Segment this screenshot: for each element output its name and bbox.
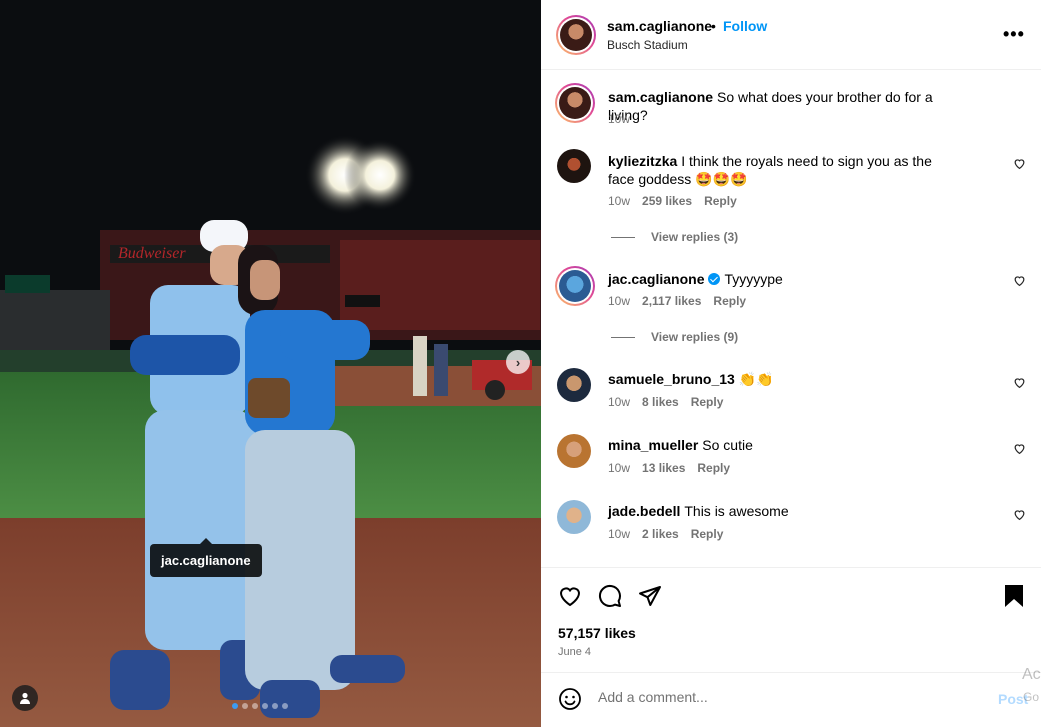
like-comment-icon[interactable]	[1013, 508, 1026, 521]
verified-badge-icon	[708, 273, 721, 285]
comment-likes[interactable]: 2 likes	[642, 527, 679, 541]
likes-count[interactable]: 57,157 likes	[558, 625, 636, 641]
author-avatar[interactable]	[556, 15, 596, 55]
comments-list[interactable]: sam.caglianone So what does your brother …	[541, 71, 1041, 567]
emoji-icon[interactable]	[558, 687, 582, 711]
share-send-icon[interactable]	[638, 584, 662, 608]
comment-time: 10w	[608, 395, 631, 409]
activation-watermark: Ac	[1022, 666, 1041, 683]
user-icon	[20, 692, 30, 704]
comment-username[interactable]: jade.bedell	[608, 503, 680, 519]
svg-text:Budweiser: Budweiser	[118, 245, 186, 262]
add-comment-bar: Post	[541, 672, 1041, 727]
tagged-users-button[interactable]	[12, 685, 38, 711]
comment-time: 10w	[608, 294, 631, 308]
like-heart-icon[interactable]	[558, 584, 582, 608]
comment-username[interactable]: samuele_bruno_13	[608, 371, 735, 387]
view-replies-button[interactable]: View replies (3)	[611, 230, 738, 244]
carousel-indicator	[232, 703, 288, 709]
post-media[interactable]: Budweiser jac.caglianone ›	[0, 0, 541, 727]
carousel-dot	[242, 703, 248, 709]
comment-likes[interactable]: 259 likes	[642, 194, 692, 208]
follow-button[interactable]: Follow	[723, 18, 767, 34]
commenter-avatar[interactable]	[557, 149, 591, 183]
post-header: sam.caglianone • Follow Busch Stadium ••…	[541, 0, 1041, 70]
comment-text: 👏👏	[738, 371, 774, 387]
comment-likes[interactable]: 2,117 likes	[642, 294, 701, 308]
carousel-dot	[272, 703, 278, 709]
post-details-panel: sam.caglianone • Follow Busch Stadium ••…	[541, 0, 1041, 727]
view-replies-button[interactable]: View replies (9)	[611, 330, 738, 344]
comment-time: 10w	[608, 527, 631, 541]
user-tag-tooltip[interactable]: jac.caglianone	[150, 538, 262, 577]
like-comment-icon[interactable]	[1013, 376, 1026, 389]
comment-text: This is awesome	[684, 503, 789, 519]
like-comment-icon[interactable]	[1013, 274, 1026, 287]
post-photo: Budweiser	[0, 0, 541, 727]
comment-username[interactable]: kyliezitzka	[608, 153, 677, 169]
more-options-icon[interactable]: •••	[1003, 24, 1025, 45]
commenter-avatar[interactable]	[557, 434, 591, 468]
location-link[interactable]: Busch Stadium	[607, 38, 688, 52]
comment-username[interactable]: jac.caglianone	[608, 271, 704, 287]
reply-button[interactable]: Reply	[691, 395, 724, 409]
caption-avatar[interactable]	[555, 83, 595, 123]
comment-time: 10w	[608, 461, 631, 475]
carousel-dot	[262, 703, 268, 709]
carousel-dot	[232, 703, 238, 709]
reply-button[interactable]: Reply	[713, 294, 746, 308]
caption-time: 10w	[608, 112, 631, 126]
bookmark-saved-icon[interactable]	[1003, 584, 1025, 608]
separator-dot: •	[711, 18, 716, 34]
reply-button[interactable]: Reply	[704, 194, 737, 208]
chevron-right-icon: ›	[515, 354, 521, 370]
like-comment-icon[interactable]	[1013, 442, 1026, 455]
comment-text: Tyyyyype	[724, 271, 783, 287]
commenter-avatar[interactable]	[557, 500, 591, 534]
carousel-next-button[interactable]: ›	[506, 350, 530, 374]
comment-time: 10w	[608, 194, 631, 208]
commenter-avatar[interactable]	[555, 266, 595, 306]
post-date[interactable]: June 4	[558, 646, 591, 658]
reply-button[interactable]: Reply	[697, 461, 730, 475]
comment-text: So cutie	[702, 437, 753, 453]
author-username[interactable]: sam.caglianone	[607, 18, 712, 34]
comment-username[interactable]: mina_mueller	[608, 437, 698, 453]
commenter-avatar[interactable]	[557, 368, 591, 402]
post-actions: 57,157 likes June 4	[541, 567, 1041, 672]
comment-input[interactable]	[598, 689, 978, 705]
comment-likes[interactable]: 8 likes	[642, 395, 679, 409]
like-comment-icon[interactable]	[1013, 157, 1026, 170]
activation-watermark-sub: Go	[1023, 690, 1040, 704]
carousel-dot	[252, 703, 258, 709]
comment-bubble-icon[interactable]	[598, 584, 622, 608]
caption-username[interactable]: sam.caglianone	[608, 89, 713, 105]
reply-button[interactable]: Reply	[691, 527, 724, 541]
carousel-dot	[282, 703, 288, 709]
comment-likes[interactable]: 13 likes	[642, 461, 685, 475]
